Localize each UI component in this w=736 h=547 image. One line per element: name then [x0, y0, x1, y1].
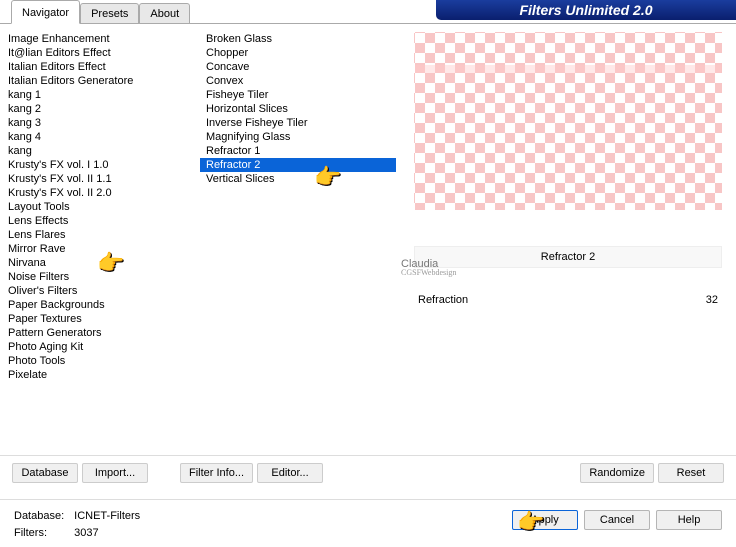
category-item[interactable]: Krusty's FX vol. II 1.1: [2, 172, 198, 186]
category-item[interactable]: Paper Textures: [2, 312, 198, 326]
category-item[interactable]: Image Enhancement: [2, 32, 198, 46]
tab-presets[interactable]: Presets: [80, 3, 139, 24]
category-item[interactable]: kang 2: [2, 102, 198, 116]
category-item[interactable]: Lens Flares: [2, 228, 198, 242]
category-item[interactable]: Nirvana: [2, 256, 198, 270]
current-filter-title: Refractor 2: [414, 246, 722, 268]
app-title: Filters Unlimited 2.0: [436, 0, 736, 20]
filter-item[interactable]: Magnifying Glass: [200, 130, 396, 144]
category-item[interactable]: Italian Editors Generatore: [2, 74, 198, 88]
filter-item[interactable]: Broken Glass: [200, 32, 396, 46]
editor-button[interactable]: Editor...: [257, 463, 323, 483]
filter-item[interactable]: Chopper: [200, 46, 396, 60]
filter-item[interactable]: Fisheye Tiler: [200, 88, 396, 102]
category-item[interactable]: Oliver's Filters: [2, 284, 198, 298]
filter-item[interactable]: Convex: [200, 74, 396, 88]
category-item[interactable]: Krusty's FX vol. II 2.0: [2, 186, 198, 200]
help-button[interactable]: Help: [656, 510, 722, 530]
category-item[interactable]: Photo Aging Kit: [2, 340, 198, 354]
category-item[interactable]: Mirror Rave: [2, 242, 198, 256]
database-button[interactable]: Database: [12, 463, 78, 483]
param-value: 32: [706, 294, 718, 306]
category-item[interactable]: Krusty's FX vol. I 1.0: [2, 158, 198, 172]
category-item[interactable]: kang 1: [2, 88, 198, 102]
import-button[interactable]: Import...: [82, 463, 148, 483]
category-item[interactable]: kang: [2, 144, 198, 158]
category-item[interactable]: Italian Editors Effect: [2, 60, 198, 74]
filter-item[interactable]: Vertical Slices: [200, 172, 396, 186]
tab-about[interactable]: About: [139, 3, 190, 24]
category-item[interactable]: Layout Tools: [2, 200, 198, 214]
filter-item[interactable]: Concave: [200, 60, 396, 74]
filter-item[interactable]: Refractor 1: [200, 144, 396, 158]
filter-list[interactable]: Broken GlassChopperConcaveConvexFisheye …: [198, 24, 396, 455]
category-item[interactable]: Paper Backgrounds: [2, 298, 198, 312]
filter-item[interactable]: Inverse Fisheye Tiler: [200, 116, 396, 130]
category-list[interactable]: Image EnhancementIt@lian Editors EffectI…: [0, 24, 198, 455]
preview-image: [414, 32, 722, 210]
filter-item[interactable]: Refractor 2: [200, 158, 396, 172]
category-item[interactable]: kang 3: [2, 116, 198, 130]
filter-info-button[interactable]: Filter Info...: [180, 463, 253, 483]
category-item[interactable]: kang 4: [2, 130, 198, 144]
category-item[interactable]: Pattern Generators: [2, 326, 198, 340]
category-item[interactable]: Noise Filters: [2, 270, 198, 284]
param-label: Refraction: [418, 294, 468, 306]
reset-button[interactable]: Reset: [658, 463, 724, 483]
category-item[interactable]: Pixelate: [2, 368, 198, 382]
param-row: Refraction 32: [414, 294, 722, 306]
randomize-button[interactable]: Randomize: [580, 463, 654, 483]
category-item[interactable]: Photo Tools: [2, 354, 198, 368]
filter-item[interactable]: Horizontal Slices: [200, 102, 396, 116]
category-item[interactable]: It@lian Editors Effect: [2, 46, 198, 60]
apply-button[interactable]: Apply: [512, 510, 578, 530]
category-item[interactable]: Lens Effects: [2, 214, 198, 228]
cancel-button[interactable]: Cancel: [584, 510, 650, 530]
footer-info: Database:ICNET-Filters Filters:3037: [12, 507, 142, 543]
tab-bar: Navigator Presets About: [0, 0, 436, 24]
tab-navigator[interactable]: Navigator: [11, 0, 80, 24]
